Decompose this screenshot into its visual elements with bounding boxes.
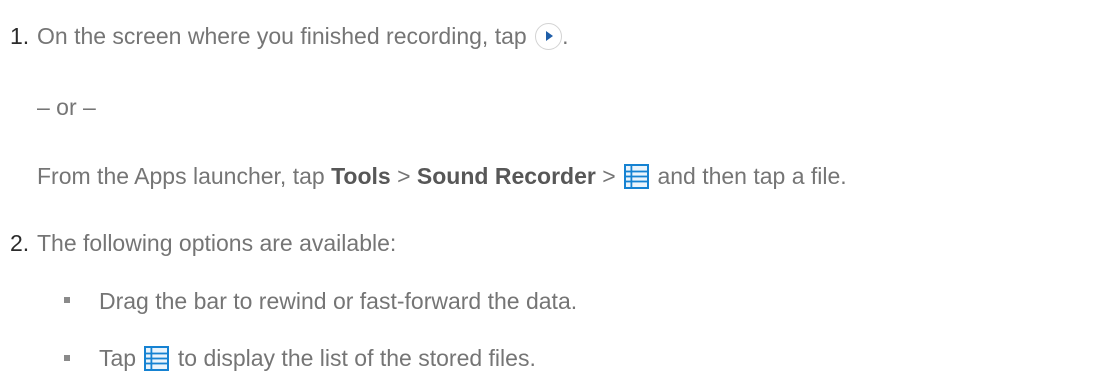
- alt-separator-2: >: [602, 163, 616, 189]
- play-circle-icon[interactable]: [535, 23, 563, 50]
- bullet-list-text: to display the list of the stored files.: [177, 345, 536, 371]
- bullet-item-list: Tap to display the list of the stored fi…: [99, 343, 536, 373]
- step-1-alternative: From the Apps launcher, tap Tools > Soun…: [37, 161, 847, 191]
- alt-separator-1: >: [397, 163, 411, 189]
- bullet-marker: [64, 355, 70, 361]
- step-1-period: .: [562, 23, 569, 49]
- step-1-number: 1.: [10, 23, 30, 49]
- step-2-number: 2.: [10, 230, 30, 256]
- alt-suffix: and then tap a file.: [657, 163, 847, 189]
- bullet-marker: [64, 297, 70, 303]
- bullet-item-drag: Drag the bar to rewind or fast-forward t…: [99, 288, 578, 314]
- alt-prefix: From the Apps launcher, tap: [37, 163, 325, 189]
- sound-recorder-label: Sound Recorder: [416, 163, 596, 189]
- tools-label: Tools: [331, 163, 391, 189]
- list-view-icon[interactable]: [624, 164, 650, 189]
- list-view-icon[interactable]: [144, 346, 170, 371]
- bullet-tap-text: Tap: [99, 345, 137, 371]
- step-1-instruction: On the screen where you finished recordi…: [37, 21, 568, 51]
- step-1-text: On the screen where you finished recordi…: [37, 23, 527, 49]
- step-2-text: The following options are available:: [37, 230, 397, 256]
- or-separator: – or –: [37, 94, 96, 120]
